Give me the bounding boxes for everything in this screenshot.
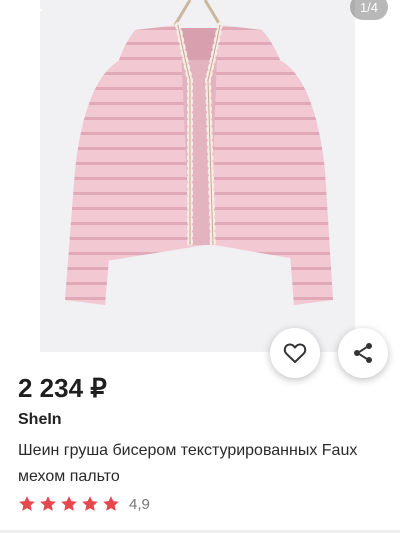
star-icon <box>40 496 56 511</box>
star-icon <box>19 496 35 511</box>
share-icon <box>354 343 372 363</box>
star-icon <box>82 496 98 511</box>
product-price: 2 234 ₽ <box>18 373 107 403</box>
product-photo[interactable] <box>40 0 355 352</box>
product-rating[interactable]: 4,9 <box>18 495 150 513</box>
product-brand[interactable]: SheIn <box>18 411 62 429</box>
back-button[interactable] <box>14 0 50 26</box>
arrow-left-icon <box>21 0 43 20</box>
jacket-image <box>65 0 333 305</box>
product-title: Шеин груша бисером текстурированных Faux… <box>18 442 358 485</box>
share-button[interactable] <box>338 328 388 378</box>
star-icon <box>61 496 77 511</box>
favorite-button[interactable] <box>270 328 320 378</box>
star-icon <box>103 496 119 511</box>
heart-outline-icon <box>283 343 307 363</box>
rating-value: 4,9 <box>129 495 150 513</box>
product-gallery[interactable]: 1/4 <box>0 0 400 378</box>
image-counter: 1/4 <box>350 0 388 20</box>
